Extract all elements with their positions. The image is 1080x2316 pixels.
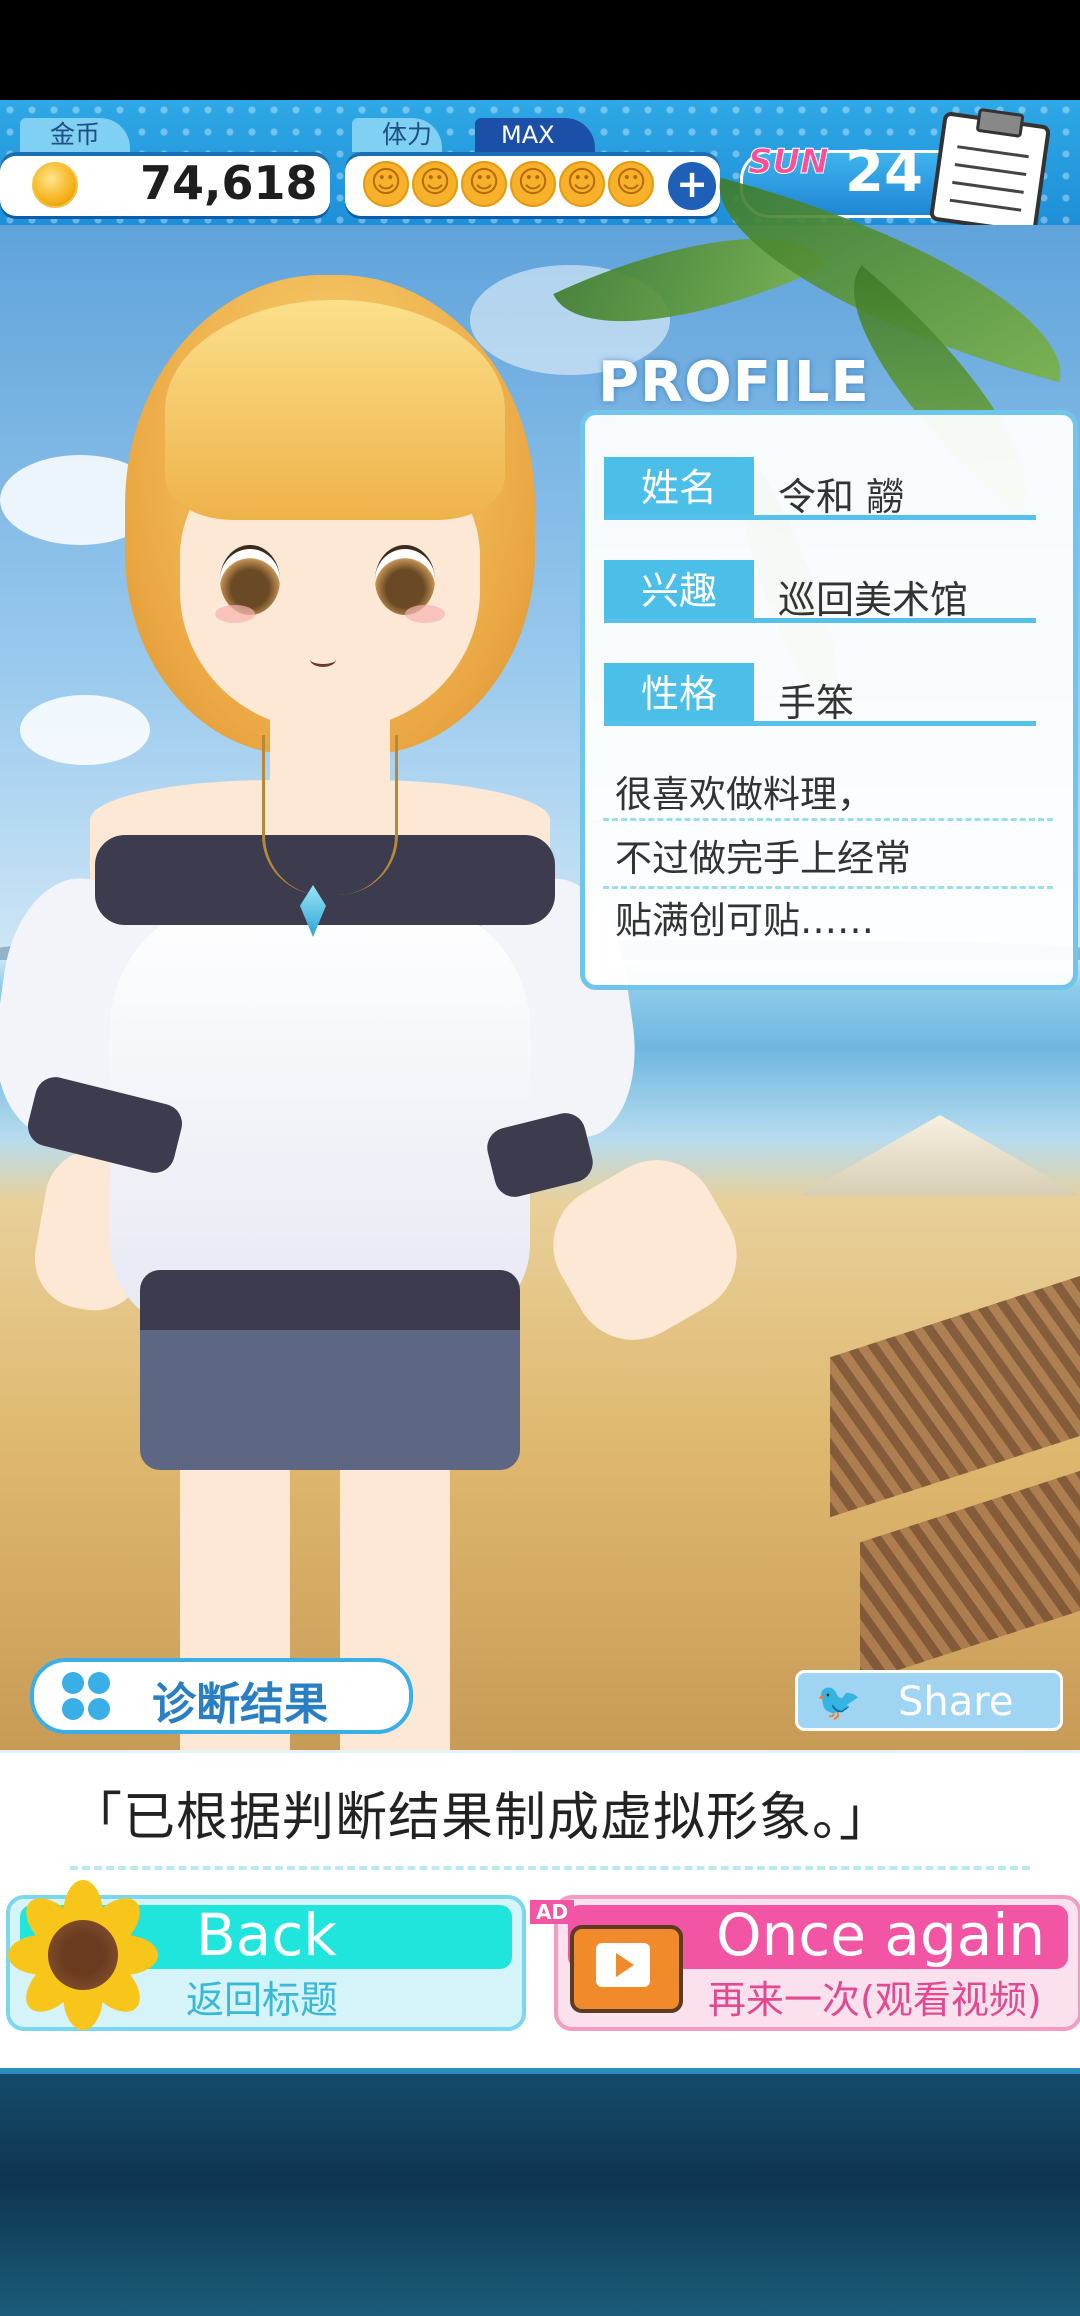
tv-video-icon — [570, 1905, 683, 2013]
twitter-bird-icon: 🐦 — [816, 1682, 861, 1723]
smile-face-icon: ☺ — [608, 161, 654, 207]
divider — [604, 618, 1036, 623]
back-label: Back — [196, 1901, 337, 1969]
smile-face-icon: ☺ — [412, 161, 458, 207]
day-number: 24 — [845, 140, 923, 205]
notepad-icon[interactable] — [928, 111, 1052, 235]
back-sublabel: 返回标题 — [186, 1978, 339, 2022]
hobby-value: 巡回美术馆 — [778, 578, 969, 622]
profile-title: PROFILE — [598, 350, 870, 415]
gold-value: 74,618 — [140, 156, 318, 210]
result-label: 诊断结果 — [152, 1679, 328, 1730]
smile-face-icon: ☺ — [559, 161, 605, 207]
dialog-text: 「已根据判断结果制成虚拟形象。」 — [70, 1788, 893, 1848]
description-line: 不过做完手上经常 — [615, 837, 911, 880]
divider — [604, 515, 1036, 520]
ad-badge: AD — [530, 1900, 575, 1924]
divider — [603, 818, 1053, 821]
coin-icon — [32, 162, 78, 208]
add-stamina-button[interactable]: + — [664, 158, 720, 214]
smile-face-icon: ☺ — [461, 161, 507, 207]
hobby-label: 兴趣 — [604, 560, 754, 622]
personality-label: 性格 — [604, 663, 754, 725]
name-value: 令和 髝 — [778, 475, 905, 519]
description-line: 贴满创可贴…… — [615, 899, 874, 942]
stamina-max-label: MAX — [475, 118, 595, 152]
share-button[interactable]: 🐦 Share — [795, 1670, 1063, 1731]
share-label: Share — [898, 1679, 1014, 1725]
once-again-sublabel: 再来一次(观看视频) — [708, 1978, 1042, 2022]
sunflower-icon — [8, 1880, 158, 2030]
smile-face-icon: ☺ — [510, 161, 556, 207]
clover-icon — [62, 1672, 110, 1720]
description-line: 很喜欢做料理， — [615, 773, 874, 816]
result-badge: 诊断结果 — [30, 1658, 413, 1734]
gold-label: 金币 — [20, 118, 131, 152]
smile-face-icon: ☺ — [363, 161, 409, 207]
divider — [604, 721, 1036, 726]
stamina-label: 体力 — [352, 118, 443, 152]
name-label: 姓名 — [604, 457, 754, 519]
bottom-bar — [0, 2068, 1080, 2316]
gold-display: 74,618 — [0, 152, 330, 216]
once-again-label: Once again — [716, 1901, 1046, 1969]
day-of-week: SUN — [748, 142, 830, 183]
divider — [603, 886, 1053, 889]
personality-value: 手笨 — [778, 681, 855, 725]
divider — [70, 1866, 1030, 1870]
